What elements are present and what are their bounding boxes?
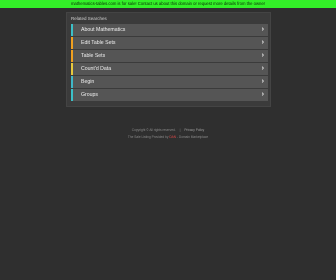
menu-item-table-sets[interactable]: Table Sets ›	[71, 50, 268, 62]
copyright-text: Copyright © All rights reserved.	[131, 128, 176, 132]
listing-provider-suffix: - Domain Marketplace	[176, 135, 209, 139]
menu-item-begin[interactable]: Begin ›	[71, 76, 268, 88]
footer-line-1: Copyright © All rights reserved. | Priva…	[0, 128, 336, 132]
menu-item-label: Table Sets	[81, 53, 106, 59]
menu-item-label: Edit Table Sets	[81, 40, 116, 46]
listing-provider-prefix: The Sale Listing Provided by	[127, 135, 169, 139]
menu-item-label: About Mathematics	[81, 27, 126, 33]
menu-item-groups[interactable]: Groups ›	[71, 89, 268, 101]
chevron-right-icon: ›	[261, 26, 264, 33]
sale-banner-text[interactable]: mathematics-tables.com is for sale! Cont…	[71, 1, 265, 6]
chevron-right-icon: ›	[261, 91, 264, 98]
chevron-right-icon: ›	[261, 65, 264, 72]
chevron-right-icon: ›	[261, 52, 264, 59]
provider-link[interactable]: DAN	[169, 135, 176, 139]
sale-banner[interactable]: mathematics-tables.com is for sale! Cont…	[0, 0, 336, 8]
menu-item-countd-data[interactable]: Count'd Data ›	[71, 63, 268, 75]
menu-item-about-mathematics[interactable]: About Mathematics ›	[71, 24, 268, 36]
menu-item-label: Begin	[81, 79, 95, 85]
related-searches-panel: Related Searches About Mathematics › Edi…	[66, 12, 271, 107]
related-searches-menu: About Mathematics › Edit Table Sets › Ta…	[71, 24, 268, 102]
chevron-right-icon: ›	[261, 39, 264, 46]
footer-line-2: The Sale Listing Provided by DAN - Domai…	[0, 135, 336, 139]
menu-item-label: Groups	[81, 92, 99, 98]
footer-separator: |	[179, 128, 181, 132]
chevron-right-icon: ›	[261, 78, 264, 85]
privacy-policy-link[interactable]: Privacy Policy	[184, 128, 204, 132]
panel-header: Related Searches	[71, 16, 107, 21]
menu-item-edit-table-sets[interactable]: Edit Table Sets ›	[71, 37, 268, 49]
menu-item-label: Count'd Data	[81, 66, 112, 72]
